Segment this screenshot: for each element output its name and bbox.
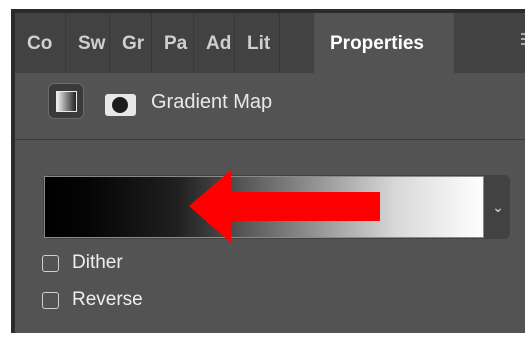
reverse-label: Reverse xyxy=(72,289,143,310)
panel-tab-bar: Co Sw Gr Pa Ad Lit Properties xyxy=(15,13,525,73)
tab-patterns[interactable]: Pa xyxy=(152,13,194,73)
section-divider xyxy=(15,139,525,140)
panel-menu-icon[interactable] xyxy=(521,33,525,51)
red-arrow-annotation xyxy=(189,170,380,243)
chevron-down-icon[interactable]: ⌄ xyxy=(486,176,510,238)
tab-adjustments[interactable]: Ad xyxy=(194,13,235,73)
layer-mask-icon[interactable] xyxy=(105,94,136,116)
tab-gradients[interactable]: Gr xyxy=(110,13,152,73)
reverse-checkbox[interactable] xyxy=(42,292,59,309)
dither-checkbox[interactable] xyxy=(42,255,59,272)
tab-properties[interactable]: Properties xyxy=(314,13,454,73)
gradient-map-icon xyxy=(56,91,77,112)
properties-panel: Co Sw Gr Pa Ad Lit Properties Gradient M… xyxy=(15,13,525,333)
adjustment-title: Gradient Map xyxy=(151,91,273,113)
tab-color[interactable]: Co xyxy=(15,13,66,73)
tab-libraries[interactable]: Lit xyxy=(235,13,280,73)
dither-label: Dither xyxy=(72,252,123,273)
tab-swatches[interactable]: Sw xyxy=(66,13,110,73)
